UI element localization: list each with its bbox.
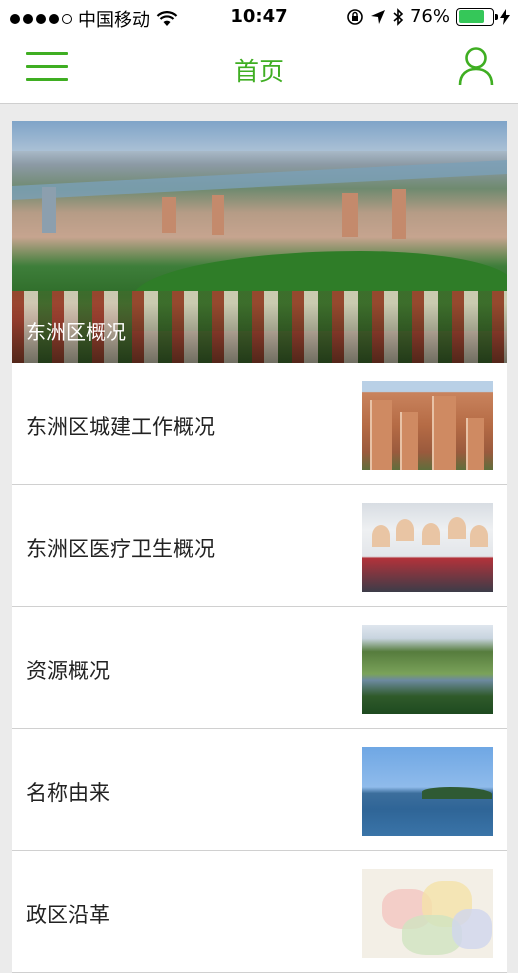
- list-item[interactable]: 名称由来: [12, 729, 507, 851]
- battery-fill: [458, 10, 484, 23]
- list-item-label: 东洲区医疗卫生概况: [26, 537, 215, 561]
- navigation-bar: 首页: [0, 34, 518, 104]
- location-arrow-icon: [370, 9, 385, 24]
- page-title: 首页: [233, 57, 284, 86]
- district-map-thumbnail: [362, 869, 493, 958]
- status-bar: 中国移动 10:47 76%: [0, 0, 518, 34]
- list-item-label: 资源概况: [26, 659, 110, 683]
- list-item[interactable]: 东洲区城建工作概况: [12, 363, 507, 485]
- hero-photo: [12, 121, 507, 151]
- hero-banner[interactable]: 东洲区概况: [12, 121, 507, 363]
- medical-staff-thumbnail: [362, 503, 493, 592]
- battery-percent-label: 76%: [409, 6, 450, 27]
- city-buildings-thumbnail: [362, 381, 493, 470]
- rotation-lock-icon: [347, 8, 363, 25]
- sea-island-thumbnail: [362, 747, 493, 836]
- list-item[interactable]: 资源概况: [12, 607, 507, 729]
- hero-caption: 东洲区概况: [26, 320, 126, 344]
- reservoir-landscape-thumbnail: [362, 625, 493, 714]
- list-item[interactable]: 政区沿革: [12, 851, 507, 973]
- list-item-label: 政区沿革: [26, 903, 110, 927]
- user-icon[interactable]: [458, 46, 494, 86]
- bluetooth-icon: [393, 7, 404, 26]
- content-area: 东洲区概况 东洲区城建工作概况 东洲区医疗卫生概况 资源概况 名称由来 政区沿革: [12, 121, 507, 973]
- battery-icon: [456, 7, 498, 26]
- list-item-label: 东洲区城建工作概况: [26, 415, 215, 439]
- list-item-label: 名称由来: [26, 781, 110, 805]
- charging-bolt-icon: [500, 8, 510, 25]
- list-item[interactable]: 东洲区医疗卫生概况: [12, 485, 507, 607]
